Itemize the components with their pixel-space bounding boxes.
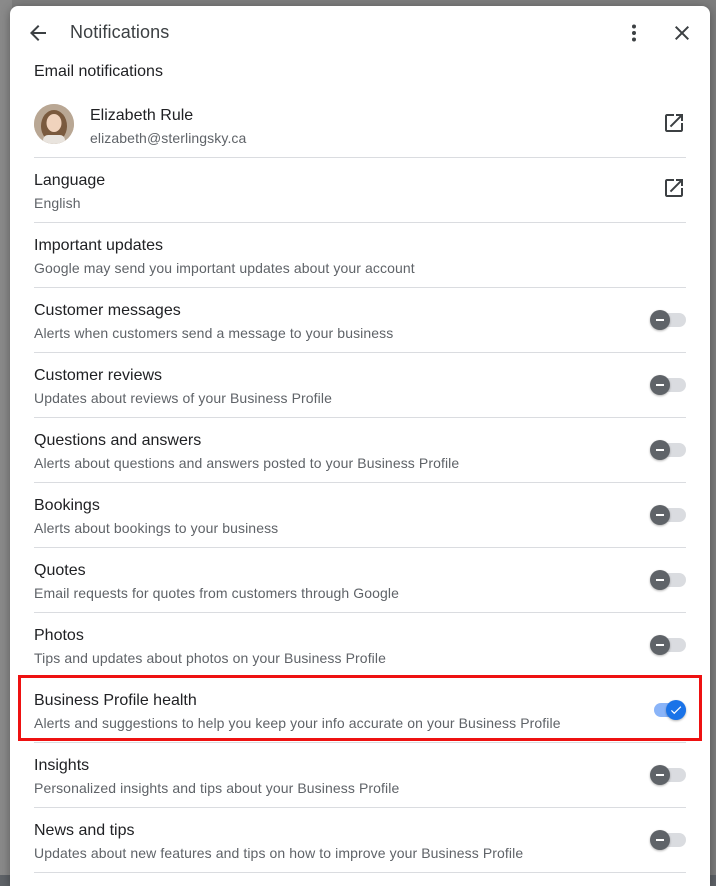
important-updates-row: Important updates Google may send you im… xyxy=(34,223,686,288)
questions-answers-toggle[interactable] xyxy=(650,440,686,460)
setting-title: Photos xyxy=(34,627,84,644)
remove-icon xyxy=(656,449,664,451)
setting-row-questions-answers: Questions and answers Alerts about quest… xyxy=(34,418,686,483)
dialog-header: Notifications xyxy=(10,6,710,58)
setting-title: Quotes xyxy=(34,562,86,579)
setting-title: Customer messages xyxy=(34,302,181,319)
close-icon xyxy=(675,26,689,40)
setting-row-insights: Insights Personalized insights and tips … xyxy=(34,743,686,808)
setting-subtitle: Alerts when customers send a message to … xyxy=(34,325,394,341)
account-name: Elizabeth Rule xyxy=(90,107,194,124)
toggle-knob xyxy=(650,570,670,590)
remove-icon xyxy=(656,384,664,386)
remove-icon xyxy=(656,644,664,646)
customer-messages-toggle[interactable] xyxy=(650,310,686,330)
account-open-button[interactable] xyxy=(662,111,686,135)
setting-subtitle: Alerts about questions and answers poste… xyxy=(34,455,460,471)
setting-subtitle: Updates about new features and tips on h… xyxy=(34,845,524,861)
section-title: Email notifications xyxy=(34,63,163,80)
setting-title: Insights xyxy=(34,757,90,774)
account-email: elizabeth@sterlingsky.ca xyxy=(90,130,247,146)
setting-row-business-profile-health: Business Profile health Alerts and sugge… xyxy=(34,678,686,743)
setting-title: News and tips xyxy=(34,822,135,839)
language-row: Language English xyxy=(34,158,686,223)
setting-subtitle: Alerts about bookings to your business xyxy=(34,520,279,536)
setting-row-customer-reviews: Customer reviews Updates about reviews o… xyxy=(34,353,686,418)
language-title: Language xyxy=(34,172,106,189)
notifications-dialog: Notifications Email notifications Elizab… xyxy=(10,6,710,886)
notification-list: Elizabeth Rule elizabeth@sterlingsky.ca … xyxy=(34,93,686,873)
language-value: English xyxy=(34,195,81,211)
remove-icon xyxy=(656,514,664,516)
setting-row-photos: Photos Tips and updates about photos on … xyxy=(34,613,686,678)
remove-icon xyxy=(656,319,664,321)
setting-title: Customer reviews xyxy=(34,367,163,384)
remove-icon xyxy=(656,579,664,581)
setting-subtitle: Email requests for quotes from customers… xyxy=(34,585,400,601)
setting-subtitle: Tips and updates about photos on your Bu… xyxy=(34,650,386,666)
more-vert-icon xyxy=(632,24,636,42)
dialog-title: Notifications xyxy=(70,22,170,42)
close-button[interactable] xyxy=(662,13,702,53)
toggle-knob xyxy=(650,635,670,655)
language-open-button[interactable] xyxy=(662,176,686,200)
account-row: Elizabeth Rule elizabeth@sterlingsky.ca xyxy=(34,93,686,158)
setting-row-customer-messages: Customer messages Alerts when customers … xyxy=(34,288,686,353)
setting-title: Questions and answers xyxy=(34,432,202,449)
photos-toggle[interactable] xyxy=(650,635,686,655)
setting-subtitle: Alerts and suggestions to help you keep … xyxy=(34,715,561,731)
setting-subtitle: Updates about reviews of your Business P… xyxy=(34,390,332,406)
toggle-knob xyxy=(650,505,670,525)
more-options-button[interactable] xyxy=(614,13,654,53)
open-in-new-icon xyxy=(665,114,683,132)
open-in-new-icon xyxy=(665,179,683,197)
back-button[interactable] xyxy=(18,13,58,53)
insights-toggle[interactable] xyxy=(650,765,686,785)
toggle-knob xyxy=(666,700,686,720)
setting-row-bookings: Bookings Alerts about bookings to your b… xyxy=(34,483,686,548)
avatar xyxy=(34,104,74,144)
toggle-knob xyxy=(650,765,670,785)
setting-title: Business Profile health xyxy=(34,692,197,709)
remove-icon xyxy=(656,774,664,776)
toggle-knob xyxy=(650,310,670,330)
remove-icon xyxy=(656,839,664,841)
check-icon xyxy=(670,706,682,715)
setting-row-news-tips: News and tips Updates about new features… xyxy=(34,808,686,873)
bookings-toggle[interactable] xyxy=(650,505,686,525)
setting-row-quotes: Quotes Email requests for quotes from cu… xyxy=(34,548,686,613)
toggle-knob xyxy=(650,440,670,460)
arrow-back-icon xyxy=(30,25,46,41)
business-profile-health-toggle[interactable] xyxy=(650,700,686,720)
setting-subtitle: Personalized insights and tips about you… xyxy=(34,780,400,796)
news-tips-toggle[interactable] xyxy=(650,830,686,850)
important-updates-title: Important updates xyxy=(34,237,163,254)
setting-title: Bookings xyxy=(34,497,100,514)
customer-reviews-toggle[interactable] xyxy=(650,375,686,395)
quotes-toggle[interactable] xyxy=(650,570,686,590)
toggle-knob xyxy=(650,830,670,850)
toggle-knob xyxy=(650,375,670,395)
important-updates-subtitle: Google may send you important updates ab… xyxy=(34,260,415,276)
